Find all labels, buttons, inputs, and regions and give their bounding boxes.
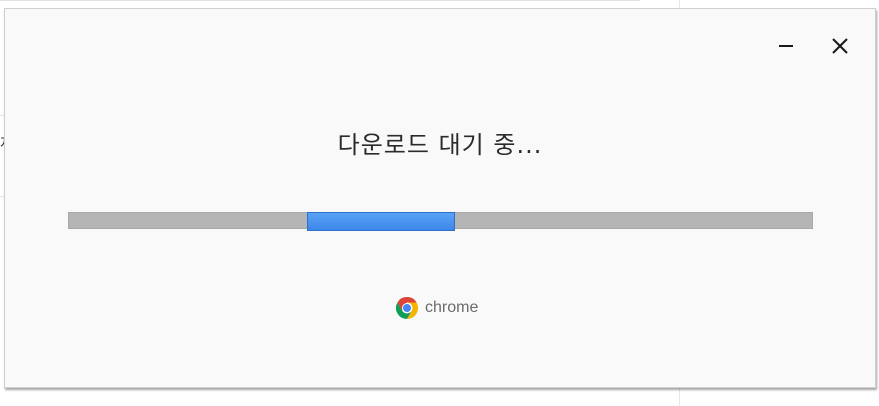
chrome-logo-icon: [395, 297, 419, 319]
brand-name: chrome: [425, 299, 479, 316]
chrome-branding: chrome: [395, 296, 478, 320]
close-button[interactable]: [825, 31, 855, 61]
progress-bar: [68, 212, 813, 231]
background-divider: [0, 0, 640, 1]
download-status-text: 다운로드 대기 중...: [337, 131, 543, 159]
download-dialog: 다운로드 대기 중... chrome: [4, 8, 876, 388]
minimize-icon: [779, 45, 793, 47]
progress-indicator: [307, 212, 455, 231]
minimize-button[interactable]: [771, 31, 801, 61]
close-icon: [832, 38, 848, 54]
